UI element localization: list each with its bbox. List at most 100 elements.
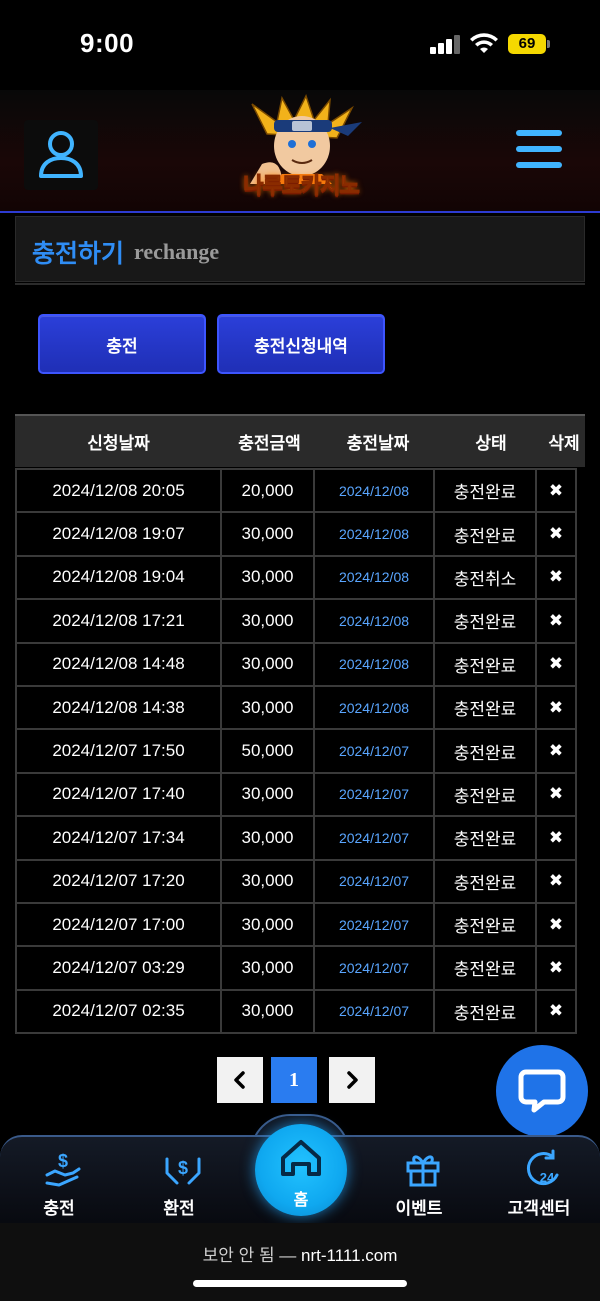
svg-text:$: $ (58, 1151, 68, 1171)
nav-event[interactable]: 이벤트 (369, 1143, 469, 1223)
nav-charge[interactable]: $ 충전 (9, 1143, 109, 1223)
url-host: nrt-1111.com (301, 1246, 398, 1265)
charge-button[interactable]: 충전 (38, 314, 206, 374)
status-cell: 충전완료 (433, 901, 537, 948)
delete-button[interactable]: ✖ (535, 945, 577, 991)
nav-exchange[interactable]: $ 환전 (129, 1143, 229, 1223)
requested-date-cell: 2024/12/07 17:00 (15, 901, 222, 948)
table-row: 2024/12/07 17:50 50,000 2024/12/07 충전완료 ✖ (15, 728, 585, 774)
requested-date-cell: 2024/12/08 14:38 (15, 684, 222, 731)
amount-cell: 30,000 (220, 771, 315, 818)
nav-label: 충전 (43, 1199, 75, 1218)
status-cell: 충전완료 (433, 771, 537, 818)
delete-button[interactable]: ✖ (535, 901, 577, 948)
page-title-bar: 충전하기 rechange (15, 216, 585, 282)
table-header: 신청날짜 충전금액 충전날짜 상태 삭제 (15, 414, 585, 467)
amount-cell: 30,000 (220, 945, 315, 991)
table-row: 2024/12/08 17:21 30,000 2024/12/08 충전완료 ✖ (15, 598, 585, 644)
requested-date-cell: 2024/12/07 17:40 (15, 771, 222, 818)
home-indicator[interactable] (193, 1280, 407, 1287)
nav-home[interactable]: 홈 (255, 1124, 347, 1216)
delete-button[interactable]: ✖ (535, 684, 577, 731)
table-row: 2024/12/07 17:34 30,000 2024/12/07 충전완료 ✖ (15, 815, 585, 861)
status-bar: 9:00 69 (0, 0, 600, 90)
logo-text: 나루토카지노 (243, 173, 360, 199)
delete-button[interactable]: ✖ (535, 511, 577, 557)
requested-date-cell: 2024/12/08 19:07 (15, 511, 222, 557)
status-cell: 충전완료 (433, 945, 537, 991)
user-account-button[interactable] (24, 120, 98, 190)
delete-button[interactable]: ✖ (535, 815, 577, 861)
hand-dollar-icon: $ (45, 1151, 81, 1187)
status-cell: 충전완료 (433, 858, 537, 904)
requested-date-cell: 2024/12/07 03:29 (15, 945, 222, 991)
table-row: 2024/12/07 02:35 30,000 2024/12/07 충전완료 ✖ (15, 988, 585, 1035)
hamburger-menu-button[interactable] (508, 126, 568, 176)
prev-page-button[interactable] (217, 1057, 263, 1103)
page-number-button[interactable]: 1 (271, 1057, 317, 1103)
charged-date-cell: 2024/12/08 (313, 511, 435, 557)
page-title: 충전하기 (32, 240, 125, 268)
status-cell: 충전완료 (433, 815, 537, 861)
svg-text:$: $ (178, 1158, 188, 1178)
svg-text:24: 24 (540, 1170, 555, 1185)
requested-date-cell: 2024/12/07 17:20 (15, 858, 222, 904)
status-cell: 충전완료 (433, 728, 537, 774)
charged-date-cell: 2024/12/07 (313, 945, 435, 991)
home-icon (281, 1140, 321, 1176)
page-subtitle: rechange (134, 239, 220, 264)
charge-history-button[interactable]: 충전신청내역 (217, 314, 385, 374)
status-cell: 충전취소 (433, 554, 537, 601)
charged-date-cell: 2024/12/07 (313, 858, 435, 904)
nav-label: 환전 (163, 1199, 195, 1218)
charged-date-cell: 2024/12/08 (313, 641, 435, 687)
gift-icon (406, 1155, 440, 1187)
chevron-right-icon (347, 1071, 358, 1089)
amount-cell: 30,000 (220, 598, 315, 644)
charged-date-cell: 2024/12/07 (313, 901, 435, 948)
column-header: 충전날짜 (346, 434, 410, 453)
status-cell: 충전완료 (433, 684, 537, 731)
chat-bubble-icon (518, 1069, 566, 1113)
delete-button[interactable]: ✖ (535, 771, 577, 818)
amount-cell: 30,000 (220, 684, 315, 731)
charged-date-cell: 2024/12/08 (313, 468, 435, 514)
amount-cell: 30,000 (220, 858, 315, 904)
delete-button[interactable]: ✖ (535, 598, 577, 644)
divider (15, 283, 585, 285)
table-row: 2024/12/08 14:48 30,000 2024/12/08 충전완료 ✖ (15, 641, 585, 687)
requested-date-cell: 2024/12/07 02:35 (15, 988, 222, 1035)
next-page-button[interactable] (329, 1057, 375, 1103)
browser-url-bar[interactable]: 보안 안 됨 — nrt-1111.com (0, 1223, 600, 1301)
charged-date-cell: 2024/12/07 (313, 728, 435, 774)
nav-label: 고객센터 (507, 1199, 571, 1218)
amount-cell: 30,000 (220, 901, 315, 948)
status-time: 9:00 (80, 28, 135, 58)
live-chat-button[interactable] (496, 1045, 588, 1137)
delete-button[interactable]: ✖ (535, 988, 577, 1035)
delete-button[interactable]: ✖ (535, 468, 577, 514)
status-cell: 충전완료 (433, 641, 537, 687)
delete-button[interactable]: ✖ (535, 641, 577, 687)
cellular-signal-icon (430, 34, 462, 54)
requested-date-cell: 2024/12/08 17:21 (15, 598, 222, 644)
table-row: 2024/12/08 14:38 30,000 2024/12/08 충전완료 ✖ (15, 684, 585, 731)
column-header: 충전금액 (238, 434, 301, 453)
delete-button[interactable]: ✖ (535, 728, 577, 774)
support-24-icon: 24 (526, 1149, 559, 1185)
url-text[interactable]: 보안 안 됨 — nrt-1111.com (0, 1241, 600, 1266)
requested-date-cell: 2024/12/07 17:50 (15, 728, 222, 774)
status-cell: 충전완료 (433, 468, 537, 514)
table-row: 2024/12/08 20:05 20,000 2024/12/08 충전완료 ✖ (15, 468, 585, 514)
battery-icon: 69 (508, 34, 550, 54)
table-row: 2024/12/08 19:07 30,000 2024/12/08 충전완료 ✖ (15, 511, 585, 557)
column-header: 삭제 (548, 434, 580, 453)
nav-customer-center[interactable]: 24 고객센터 (489, 1143, 589, 1223)
site-logo[interactable]: 나루토카지노 (222, 94, 380, 206)
amount-cell: 30,000 (220, 641, 315, 687)
table-row: 2024/12/08 19:04 30,000 2024/12/08 충전취소 ✖ (15, 554, 585, 601)
delete-button[interactable]: ✖ (535, 554, 577, 601)
amount-cell: 30,000 (220, 511, 315, 557)
delete-button[interactable]: ✖ (535, 858, 577, 904)
charged-date-cell: 2024/12/08 (313, 598, 435, 644)
